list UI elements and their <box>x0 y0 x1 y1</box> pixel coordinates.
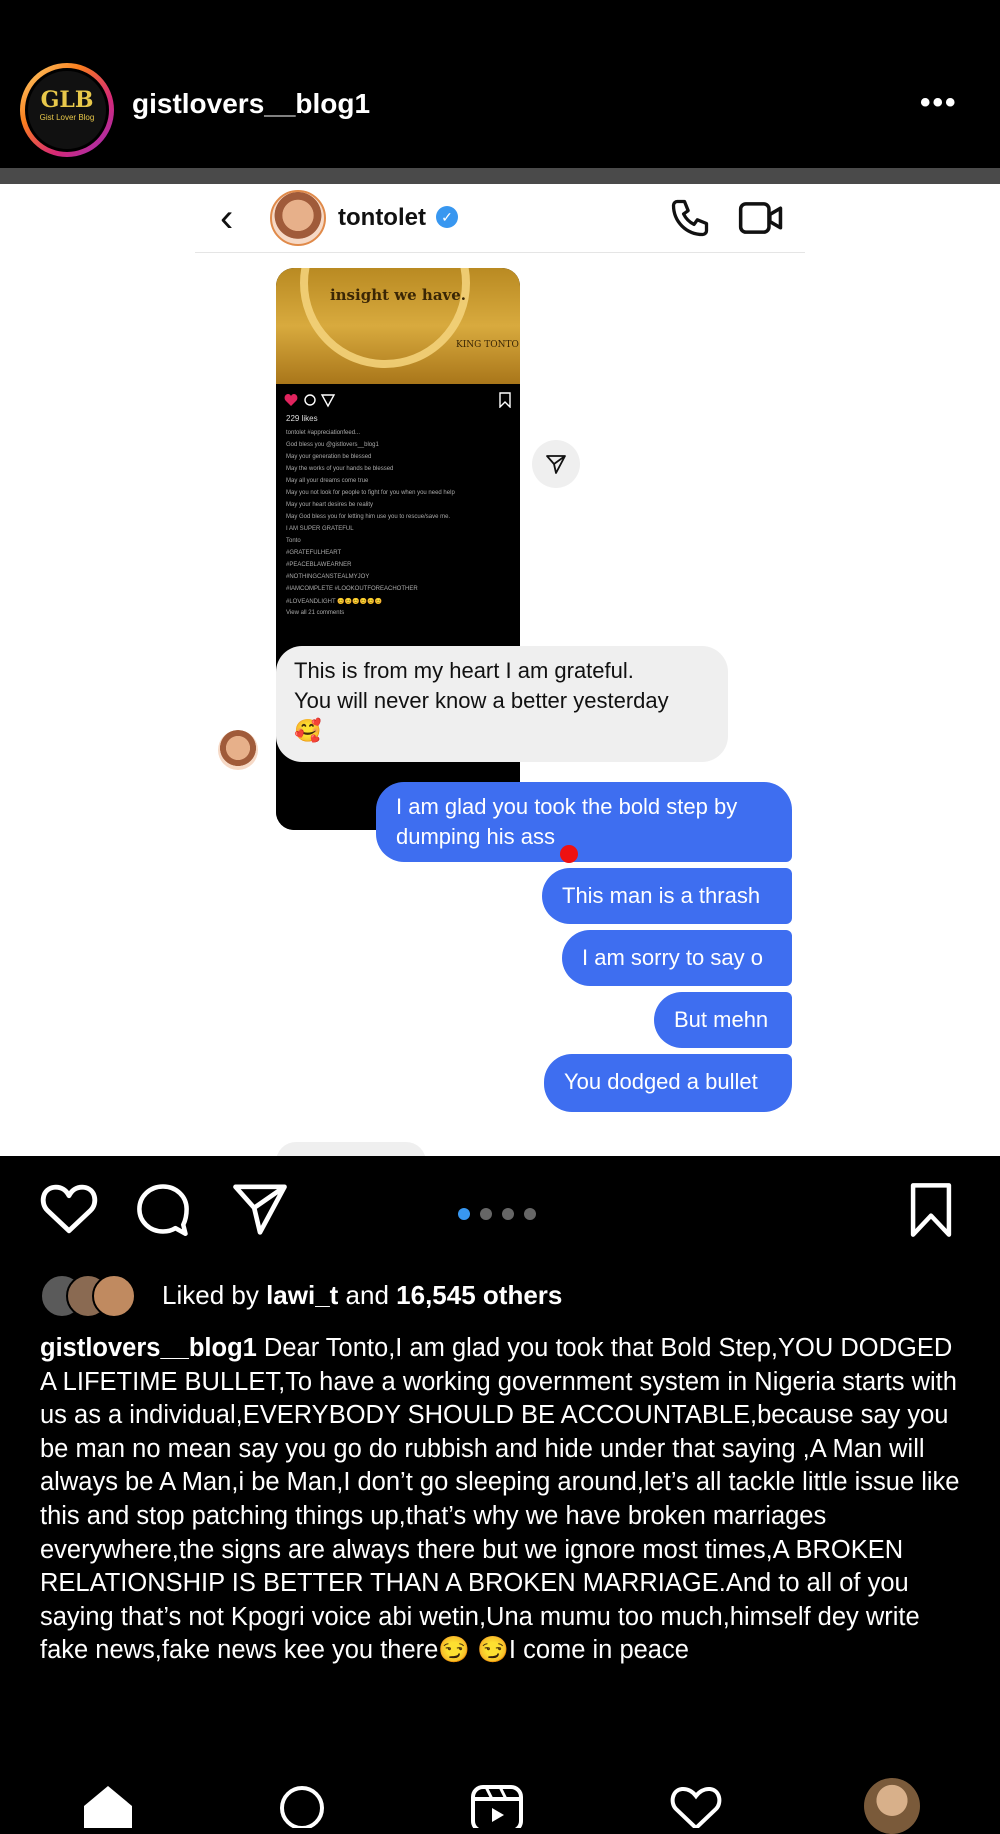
incoming-message-emoji: 🥰 <box>294 718 322 743</box>
verified-badge-icon: ✓ <box>436 206 458 228</box>
search-icon[interactable] <box>276 1784 328 1828</box>
caption-text: Dear Tonto,I am glad you took that Bold … <box>40 1334 960 1665</box>
carousel-dot <box>458 1208 470 1220</box>
reels-icon[interactable] <box>470 1784 524 1828</box>
shared-post-line: #GRATEFULHEART <box>286 550 342 556</box>
carousel-dot <box>502 1208 514 1220</box>
bottom-navigation-bar <box>0 1750 1000 1834</box>
outgoing-message-bubble[interactable]: I am sorry to say o <box>562 930 792 986</box>
heart-icon[interactable] <box>40 1182 98 1236</box>
liked-by-avatars[interactable] <box>40 1274 150 1318</box>
post-image-dm-screenshot[interactable]: ‹ tontolet ✓ insight we have. KING TONTO… <box>0 184 1000 1156</box>
carousel-dot <box>524 1208 536 1220</box>
post-caption: gistlovers__blog1 Dear Tonto,I am glad y… <box>40 1332 960 1668</box>
shared-post-line: I AM SUPER GRATEFUL <box>286 526 354 532</box>
home-icon[interactable] <box>78 1784 138 1828</box>
partial-message-bubble <box>276 1142 426 1156</box>
avatar-logo-text: GLB <box>40 87 94 113</box>
shared-post-line: May all your dreams come true <box>286 478 369 484</box>
liked-middle: and <box>338 1280 397 1310</box>
shared-post-line: #NOTHINGCANSTEALMYJOY <box>286 574 370 580</box>
forward-share-icon[interactable] <box>532 440 580 488</box>
shared-post-likes: 229 likes <box>286 414 318 423</box>
shared-post-line: tontolet #appreciationfeed... <box>286 430 361 436</box>
shared-post-logo: KING TONTO <box>456 340 519 350</box>
video-call-icon[interactable] <box>738 200 784 236</box>
bookmark-icon[interactable] <box>908 1182 954 1238</box>
liker-avatar <box>92 1274 136 1318</box>
avatar[interactable]: GLB Gist Lover Blog <box>25 68 109 152</box>
phone-icon[interactable] <box>668 196 712 240</box>
incoming-message-bubble[interactable]: This is from my heart I am grateful. You… <box>276 646 728 762</box>
post-actions-section: Liked by lawi_t and 16,545 others gistlo… <box>0 1156 1000 1828</box>
shared-post-line: May your generation be blessed <box>286 454 372 460</box>
incoming-message-line1: This is from my heart I am grateful. <box>294 658 634 683</box>
profile-avatar-icon[interactable] <box>864 1778 920 1834</box>
shared-post-line: May God bless you for letting him use yo… <box>286 514 451 520</box>
liked-user-link[interactable]: lawi_t <box>266 1280 338 1310</box>
shared-post-line: #LOVEANDLIGHT 😊😊😊😊😊😊 <box>286 599 383 605</box>
shared-post-line: May your heart desires be reality <box>286 502 374 508</box>
shared-post-line: View all 21 comments <box>286 610 345 616</box>
share-icon[interactable] <box>232 1182 288 1236</box>
outgoing-message-bubble[interactable]: You dodged a bullet <box>544 1054 792 1112</box>
shared-post-meta: 229 likes tontolet #appreciationfeed... G… <box>276 386 520 830</box>
caption-username[interactable]: gistlovers__blog1 <box>40 1334 257 1362</box>
outgoing-message-bubble[interactable]: But mehn <box>654 992 792 1048</box>
incoming-message-line2: You will never know a better yesterday <box>294 688 669 713</box>
liked-prefix: Liked by <box>162 1280 267 1310</box>
shared-post-line: May you not look for people to fight for… <box>286 490 455 496</box>
carousel-dot <box>480 1208 492 1220</box>
comment-icon[interactable] <box>136 1182 190 1236</box>
liked-count-link[interactable]: 16,545 others <box>396 1280 562 1310</box>
shared-post-line: #IAMCOMPLETE #LOOKOUTFOREACHOTHER <box>286 586 418 592</box>
liked-by-text[interactable]: Liked by lawi_t and 16,545 others <box>162 1280 562 1311</box>
dm-avatar[interactable] <box>270 190 326 246</box>
shared-post-action-icons <box>284 394 336 408</box>
shared-post-line: #PEACEBLAWEARNER <box>286 562 352 568</box>
shared-post-save-icon <box>499 392 511 408</box>
shared-post-caption: insight we have. <box>329 286 467 304</box>
post-username[interactable]: gistlovers__blog1 <box>132 88 370 120</box>
shared-post-line: Tonto <box>286 538 301 544</box>
red-dot-marker <box>560 845 578 863</box>
outgoing-message-bubble[interactable]: This man is a thrash <box>542 868 792 924</box>
dm-header-divider <box>195 252 805 253</box>
more-options-icon[interactable]: ••• <box>920 86 958 120</box>
shared-post-line: May the works of your hands be blessed <box>286 466 394 472</box>
activity-heart-icon[interactable] <box>668 1784 724 1828</box>
back-icon[interactable]: ‹ <box>220 198 233 238</box>
outgoing-message-bubble[interactable]: I am glad you took the bold step by dump… <box>376 782 792 862</box>
shared-post-line: God bless you @gistlovers__blog1 <box>286 442 379 448</box>
shared-post-image: insight we have. KING TONTO <box>276 268 520 384</box>
header-divider <box>0 168 1000 184</box>
avatar-logo-subtext: Gist Lover Blog <box>39 113 95 122</box>
post-header: GLB Gist Lover Blog gistlovers__blog1 ••… <box>0 0 1000 175</box>
gold-ring-graphic <box>300 268 470 368</box>
dm-contact-name[interactable]: tontolet <box>338 204 426 232</box>
incoming-sender-avatar[interactable] <box>218 730 258 770</box>
